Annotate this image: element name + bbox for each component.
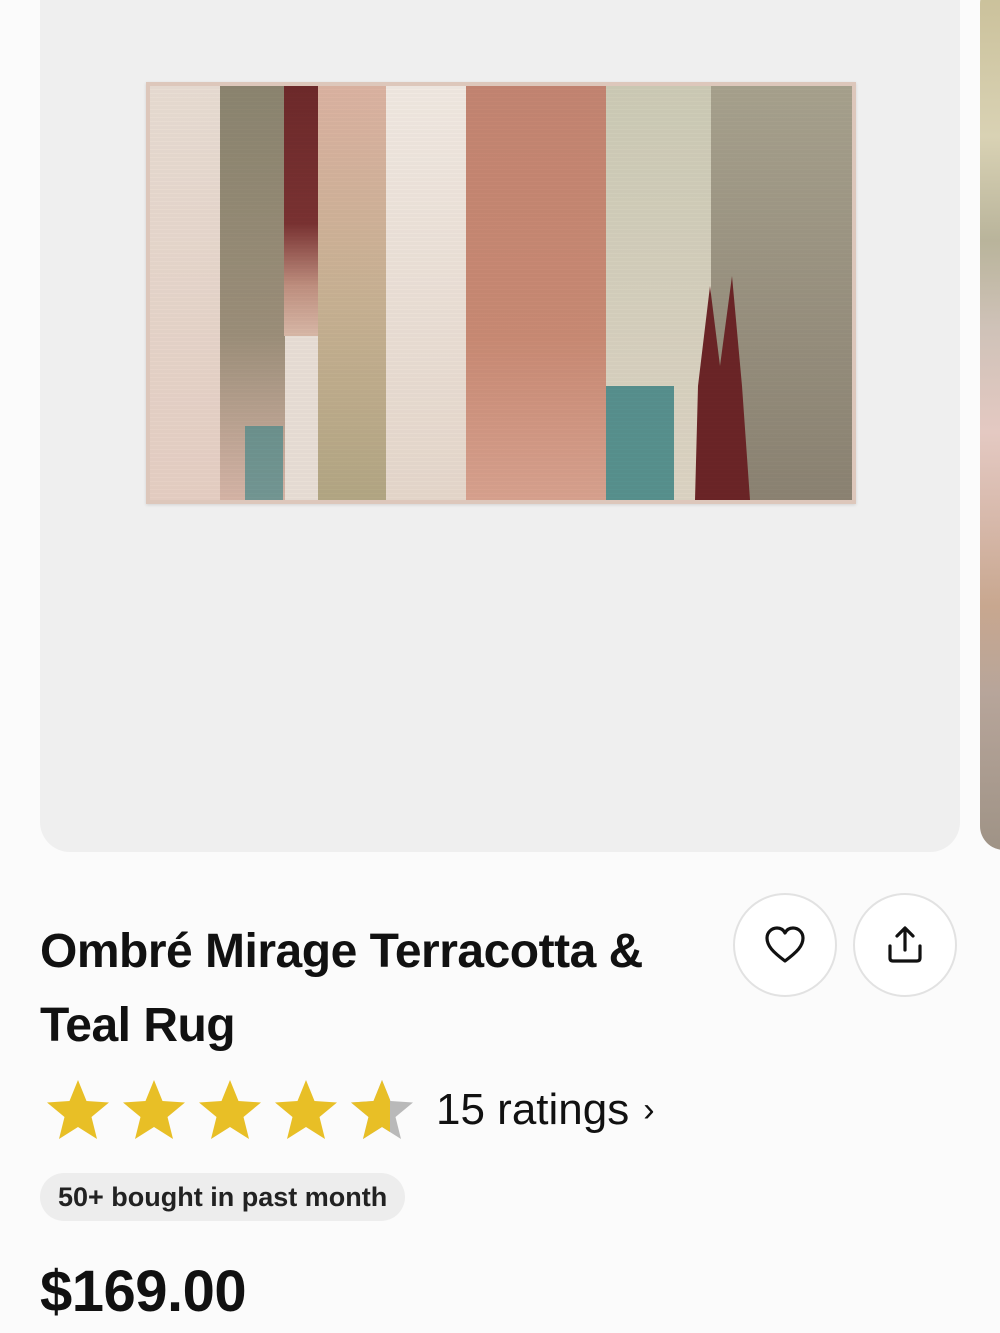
purchase-badge: 50+ bought in past month <box>40 1173 406 1221</box>
share-button[interactable] <box>853 893 957 997</box>
share-icon <box>888 926 922 963</box>
heart-icon <box>765 926 805 963</box>
star-half-icon <box>346 1077 418 1143</box>
ratings-link[interactable]: 15 ratings › <box>436 1085 655 1135</box>
star-rating <box>42 1077 418 1143</box>
star-icon <box>194 1077 266 1143</box>
product-title: Ombré Mirage Terracotta & Teal Rug <box>40 925 643 1052</box>
product-title-block: Ombré Mirage Terracotta & Teal Rug <box>40 915 690 1063</box>
product-image-next[interactable] <box>980 0 1000 850</box>
ratings-count: 15 ratings <box>436 1085 630 1134</box>
product-image-main[interactable] <box>40 0 960 852</box>
chevron-right-icon: › <box>643 1090 655 1129</box>
rating-row[interactable]: 15 ratings › <box>42 1080 655 1140</box>
product-image-carousel[interactable] <box>0 0 1000 860</box>
favorite-button[interactable] <box>733 893 837 997</box>
star-icon <box>118 1077 190 1143</box>
star-icon <box>270 1077 342 1143</box>
star-icon <box>42 1077 114 1143</box>
product-price: $169.00 <box>40 1259 247 1324</box>
rug-image <box>146 82 856 504</box>
